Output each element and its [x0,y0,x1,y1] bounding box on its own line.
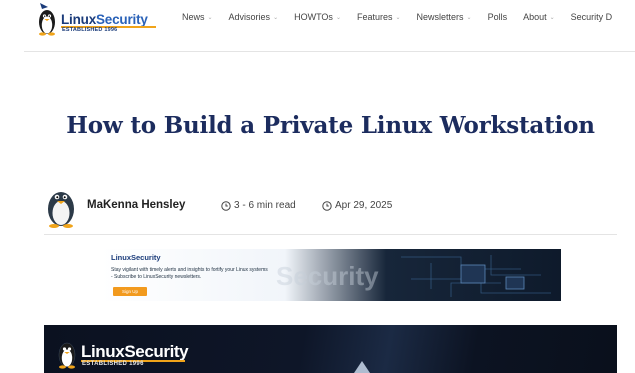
chevron-down-icon: ⌄ [395,14,401,21]
hero-tux-icon [58,342,76,369]
main-nav: News ⌄ Advisories ⌄ HOWTOs ⌄ Features ⌄ News… [182,12,628,22]
logo-established: ESTABLISHED 1996 [62,27,118,33]
clock-icon [322,200,332,211]
page-title: How to Build a Private Linux Workstation [66,112,595,139]
banner-text-line1: Stay vigilant with timely alerts and ins… [111,267,268,273]
author-avatar[interactable] [44,183,78,228]
nav-item-news[interactable]: News ⌄ [182,12,213,22]
nav-item-advisories[interactable]: Advisories ⌄ [229,12,279,22]
banner-signup-button[interactable]: Sign Up [113,287,147,296]
hero-established: ESTABLISHED 1996 [82,361,144,367]
author-name[interactable]: MaKenna Hensley [87,199,185,211]
banner-watermark: Security [276,261,379,291]
site-header: LinuxSecurity ESTABLISHED 1996 News ⌄ Adv… [24,0,635,52]
hero-wordmark: LinuxSecurity [81,342,189,361]
chevron-down-icon: ⌄ [335,14,341,21]
nav-item-about[interactable]: About ⌄ [523,12,555,22]
chevron-down-icon: ⌄ [207,14,213,21]
nav-item-security-d[interactable]: Security D [571,12,613,22]
newsletter-banner-ad[interactable]: Security LinuxSecurity Stay vigilant wit… [101,249,561,301]
hero-light-shape [354,361,370,373]
tux-logo-icon [39,3,55,36]
logo-wordmark: LinuxSecurity [61,12,148,27]
nav-item-newsletters[interactable]: Newsletters ⌄ [417,12,472,22]
banner-text-line2: - Subscribe to LinuxSecurity newsletters… [111,274,202,280]
article-hero-image: LinuxSecurity ESTABLISHED 1996 [44,325,617,373]
article-meta: MaKenna Hensley 3 - 6 min read Apr 29, 2… [44,183,617,235]
banner-logo: LinuxSecurity [111,253,161,262]
nav-item-features[interactable]: Features ⌄ [357,12,401,22]
site-logo[interactable]: LinuxSecurity ESTABLISHED 1996 [32,2,160,38]
read-time: 3 - 6 min read [221,200,296,211]
publish-date: Apr 29, 2025 [322,200,392,211]
clock-icon [221,200,231,211]
chevron-down-icon: ⌄ [466,14,472,21]
nav-item-polls[interactable]: Polls [488,12,508,22]
nav-item-howtos[interactable]: HOWTOs ⌄ [294,12,341,22]
chevron-down-icon: ⌄ [549,14,555,21]
chevron-down-icon: ⌄ [273,14,279,21]
